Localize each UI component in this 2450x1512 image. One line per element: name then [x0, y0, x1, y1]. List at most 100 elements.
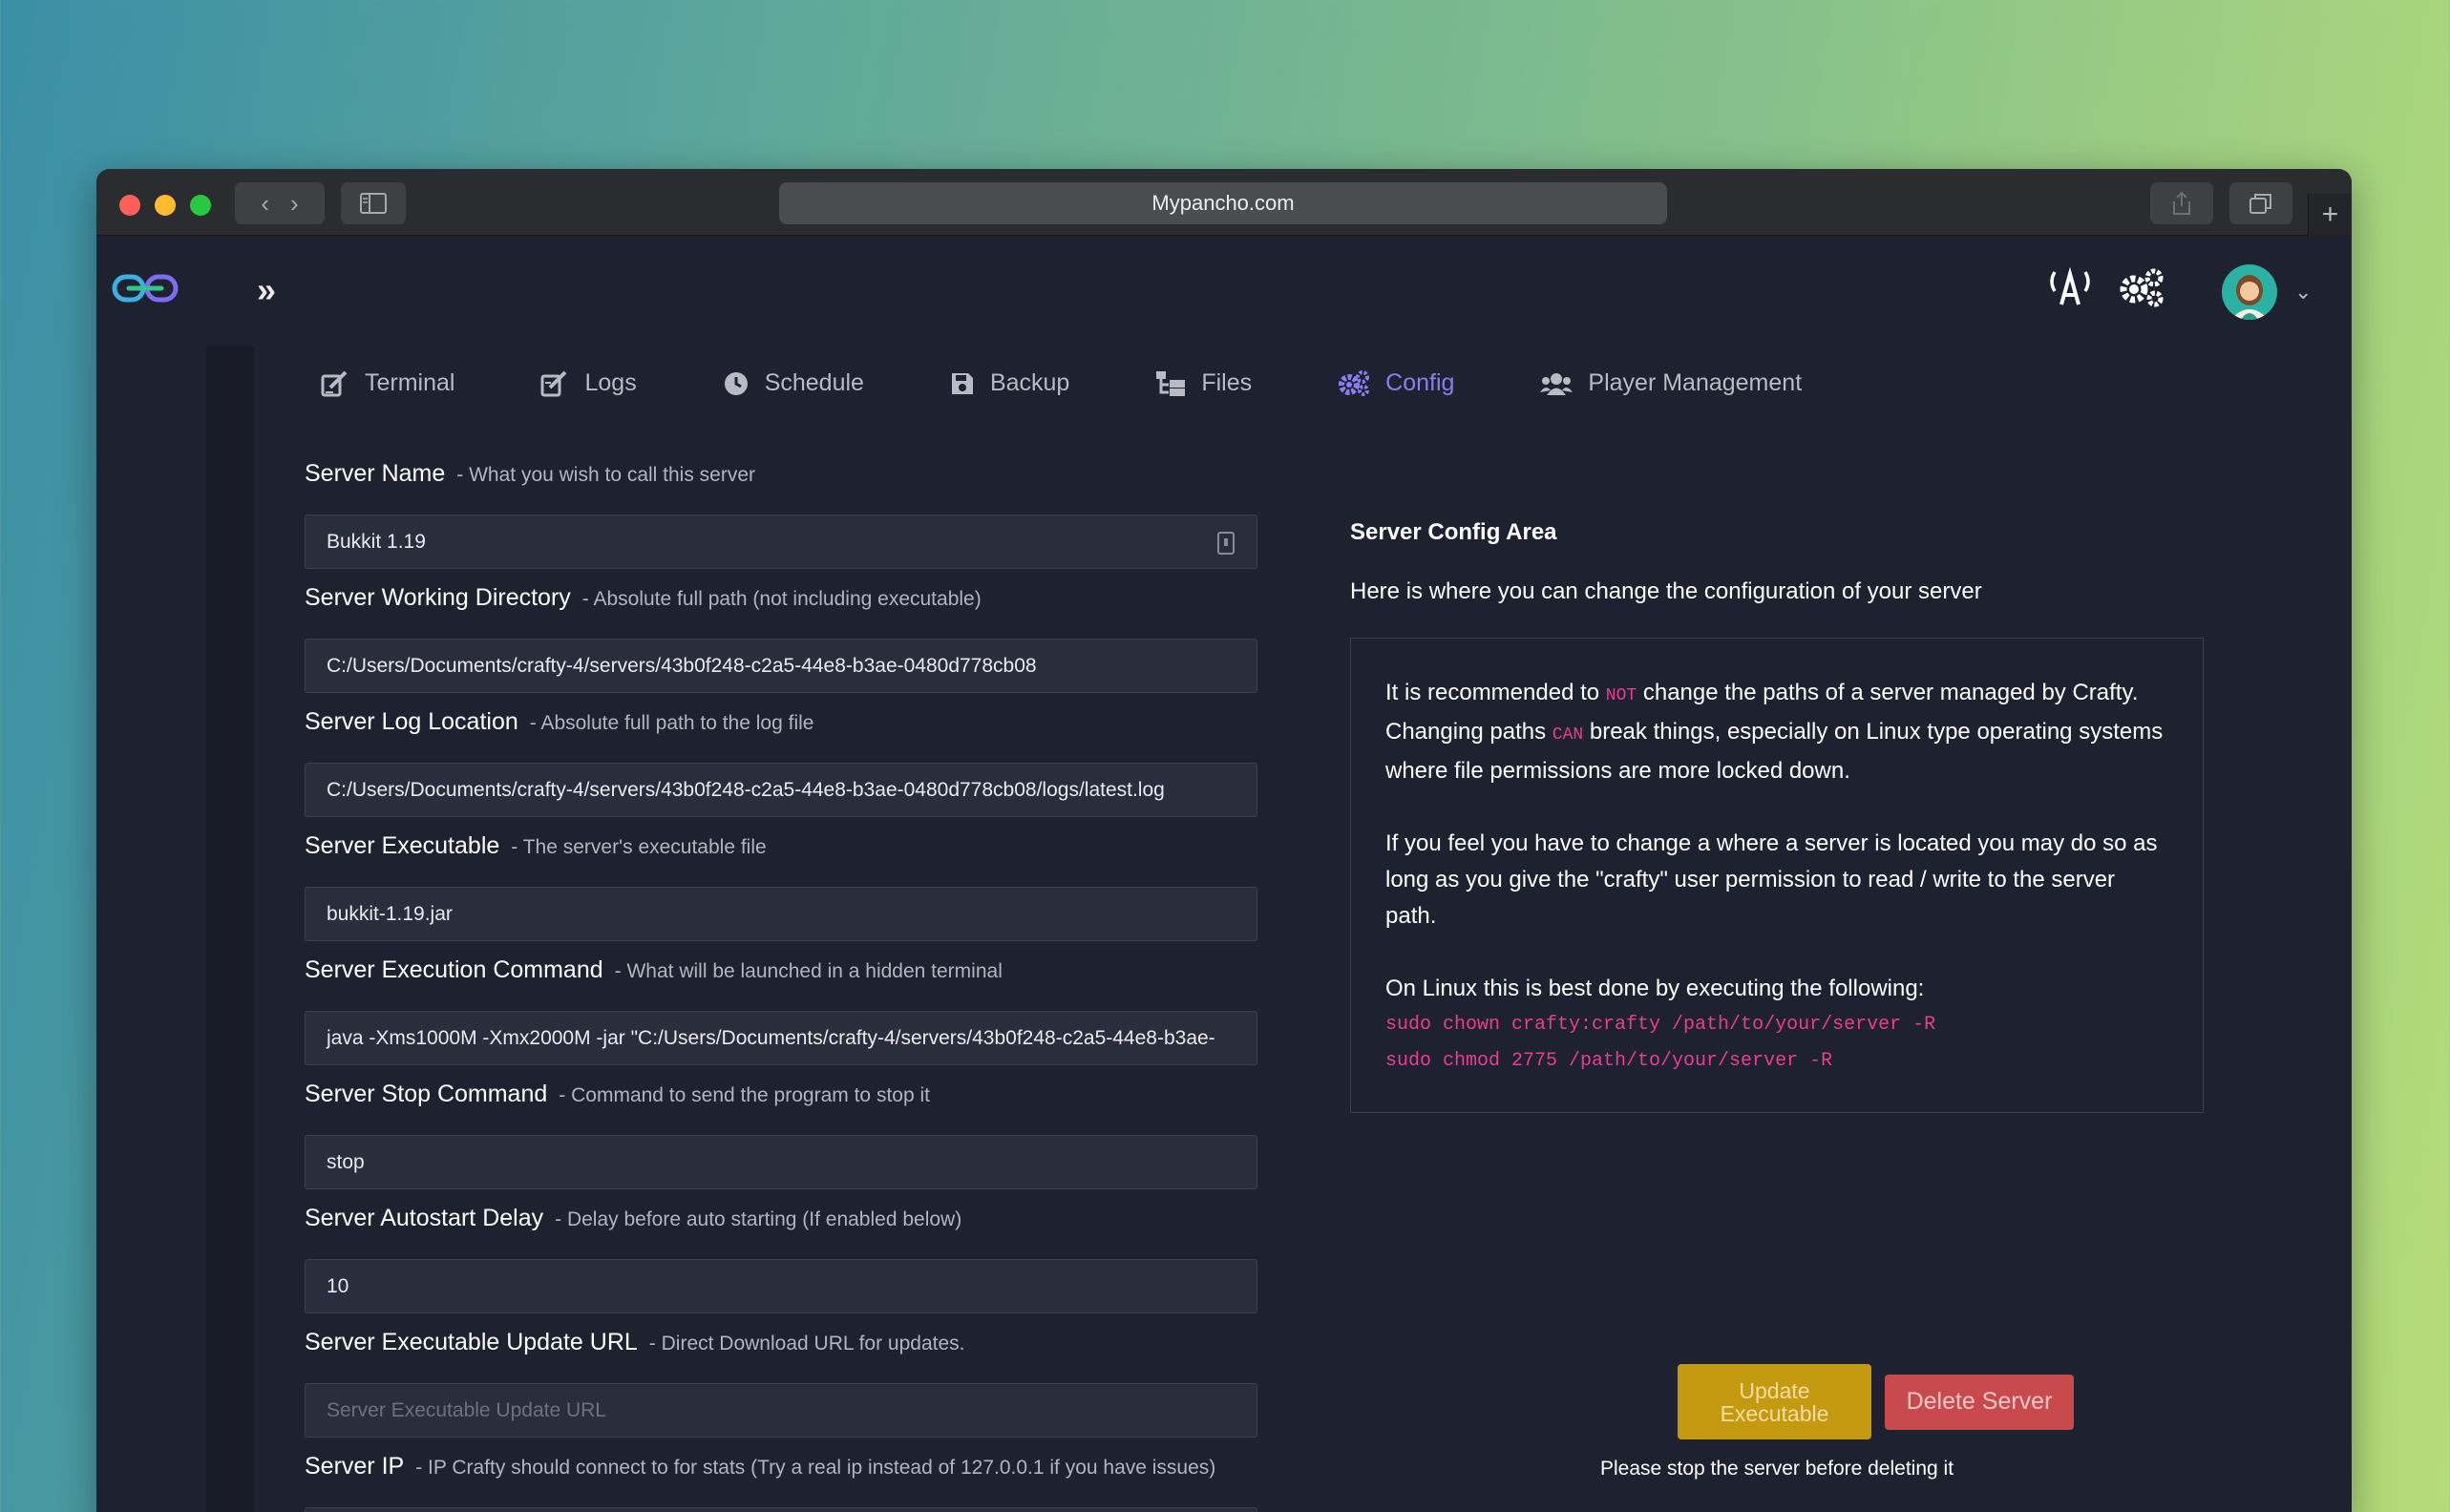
- tab-terminal[interactable]: Terminal: [321, 369, 454, 397]
- browser-titlebar: ‹ › Mypancho.com +: [96, 169, 2352, 236]
- folder-tree-icon: [1156, 370, 1186, 396]
- server-tabs: Terminal Logs Schedule Backup Files Conf…: [321, 369, 1888, 397]
- chevron-down-icon[interactable]: ⌄: [2294, 280, 2312, 304]
- tab-label: Logs: [584, 369, 637, 396]
- avatar-image: [2230, 275, 2269, 320]
- notice-paragraph: On Linux this is best done by executing …: [1385, 976, 1925, 1001]
- field-hint: - What you wish to call this server: [456, 464, 756, 486]
- close-window-button[interactable]: [119, 195, 140, 216]
- server-config-card: Terminal Logs Schedule Backup Files Conf…: [254, 346, 2301, 1512]
- tabs-overview-button[interactable]: [2229, 182, 2292, 224]
- update-url-input[interactable]: Server Executable Update URL: [305, 1383, 1257, 1438]
- notice-paragraph: It is recommended to NOT change the path…: [1385, 680, 2164, 784]
- not-keyword: NOT: [1605, 686, 1637, 705]
- minimize-window-button[interactable]: [155, 195, 176, 216]
- tab-label: Config: [1385, 369, 1455, 396]
- user-avatar[interactable]: [2222, 264, 2277, 320]
- tab-backup[interactable]: Backup: [950, 369, 1069, 397]
- stop-command-input[interactable]: stop: [305, 1135, 1257, 1189]
- clock-icon: [724, 371, 748, 395]
- tab-config[interactable]: Config: [1338, 369, 1454, 397]
- execution-command-field: Server Execution Command - What will be l…: [305, 956, 1257, 1081]
- field-hint: - Direct Download URL for updates.: [648, 1333, 965, 1354]
- tab-files[interactable]: Files: [1155, 369, 1252, 397]
- executable-field: Server Executable - The server's executab…: [305, 832, 1257, 956]
- tab-schedule[interactable]: Schedule: [723, 369, 864, 397]
- share-button[interactable]: [2150, 182, 2213, 224]
- new-tab-button[interactable]: +: [2308, 194, 2352, 236]
- share-icon: [2173, 191, 2190, 215]
- tab-label: Schedule: [764, 369, 864, 396]
- stop-server-note: Please stop the server before deleting i…: [1599, 1458, 1954, 1480]
- field-label: Server Execution Command: [305, 956, 603, 983]
- config-area-description: Here is where you can change the configu…: [1350, 578, 1982, 604]
- field-label: Server Log Location: [305, 708, 518, 735]
- tab-label: Player Management: [1588, 369, 1803, 396]
- expand-sidebar-icon[interactable]: »: [257, 270, 276, 310]
- field-hint: - IP Crafty should connect to for stats …: [415, 1457, 1216, 1479]
- field-label: Server Executable: [305, 832, 500, 859]
- server-name-field: Server Name - What you wish to call this …: [305, 460, 1257, 584]
- tab-player-management[interactable]: Player Management: [1540, 369, 1802, 397]
- log-location-field: Server Log Location - Absolute full path …: [305, 708, 1257, 832]
- sidebar-icon: [360, 193, 387, 214]
- execution-command-input[interactable]: java -Xms1000M -Xmx2000M -jar "C:/Users/…: [305, 1011, 1257, 1065]
- tab-label: Files: [1201, 369, 1253, 396]
- field-label: Server Working Directory: [305, 584, 571, 611]
- executable-input[interactable]: bukkit-1.19.jar: [305, 887, 1257, 941]
- plus-icon: +: [2321, 199, 2339, 230]
- tabs-icon: [2249, 194, 2271, 214]
- config-area-title: Server Config Area: [1350, 519, 1557, 545]
- update-url-field: Server Executable Update URL - Direct Dow…: [305, 1329, 1257, 1453]
- working-directory-field: Server Working Directory - Absolute full …: [305, 584, 1257, 708]
- terminal-edit-icon: [321, 370, 348, 396]
- input-value: Bukkit 1.19: [327, 530, 426, 553]
- field-hint: - Absolute full path to the log file: [529, 712, 814, 734]
- stop-command-field: Server Stop Command - Command to send the…: [305, 1081, 1257, 1205]
- server-config-form: Server Name - What you wish to call this …: [305, 460, 1257, 1512]
- users-icon: [1540, 372, 1573, 395]
- server-ip-input[interactable]: [305, 1507, 1257, 1512]
- settings-cogs-icon[interactable]: [2117, 266, 2166, 310]
- field-hint: - The server's executable file: [511, 836, 767, 858]
- field-label: Server Executable Update URL: [305, 1329, 638, 1355]
- cogs-icon: [1339, 369, 1370, 396]
- field-label: Server Stop Command: [305, 1081, 548, 1107]
- autostart-delay-input[interactable]: 10: [305, 1259, 1257, 1313]
- password-manager-icon[interactable]: [1216, 531, 1236, 556]
- autostart-delay-field: Server Autostart Delay - Delay before aut…: [305, 1205, 1257, 1329]
- code-line: sudo chown crafty:crafty /path/to/your/s…: [1385, 1014, 1936, 1036]
- server-name-input[interactable]: Bukkit 1.19: [305, 514, 1257, 569]
- logs-edit-icon: [540, 370, 567, 396]
- log-location-input[interactable]: C:/Users/Documents/crafty-4/servers/43b0…: [305, 763, 1257, 817]
- tab-label: Backup: [989, 369, 1070, 396]
- forward-icon[interactable]: ›: [290, 189, 299, 219]
- can-keyword: CAN: [1552, 725, 1584, 745]
- field-hint: - Absolute full path (not including exec…: [581, 588, 982, 610]
- back-icon[interactable]: ‹: [261, 189, 269, 219]
- code-line: sudo chmod 2775 /path/to/your/server -R: [1385, 1050, 1833, 1072]
- app-header: » ⌄: [96, 236, 2352, 346]
- crafty-logo[interactable]: [112, 272, 179, 304]
- field-hint: - What will be launched in a hidden term…: [614, 960, 1003, 982]
- address-bar[interactable]: Mypancho.com: [779, 182, 1667, 224]
- language-icon[interactable]: [2047, 266, 2093, 310]
- field-label: Server Name: [305, 460, 446, 487]
- server-config-area: Server Config Area Here is where you can…: [1350, 519, 2204, 1113]
- tab-logs[interactable]: Logs: [540, 369, 637, 397]
- save-icon: [951, 372, 973, 394]
- browser-window: ‹ › Mypancho.com + » ⌄ Terminal Logs Sch…: [96, 169, 2352, 1512]
- sidebar-toggle-button[interactable]: [341, 182, 406, 224]
- working-directory-input[interactable]: C:/Users/Documents/crafty-4/servers/43b0…: [305, 639, 1257, 693]
- notice-paragraph: If you feel you have to change a where a…: [1385, 830, 2158, 929]
- delete-server-button[interactable]: Delete Server: [1885, 1374, 2074, 1430]
- maximize-window-button[interactable]: [190, 195, 211, 216]
- back-forward-buttons[interactable]: ‹ ›: [235, 182, 325, 224]
- config-actions: Update Executable Delete Server: [1678, 1364, 2074, 1439]
- update-executable-button[interactable]: Update Executable: [1678, 1364, 1871, 1439]
- field-label: Server Autostart Delay: [305, 1205, 544, 1231]
- field-hint: - Command to send the program to stop it: [559, 1084, 930, 1106]
- server-ip-field: Server IP - IP Crafty should connect to f…: [305, 1453, 1257, 1512]
- field-hint: - Delay before auto starting (If enabled…: [555, 1208, 962, 1230]
- sidebar: [96, 346, 206, 1512]
